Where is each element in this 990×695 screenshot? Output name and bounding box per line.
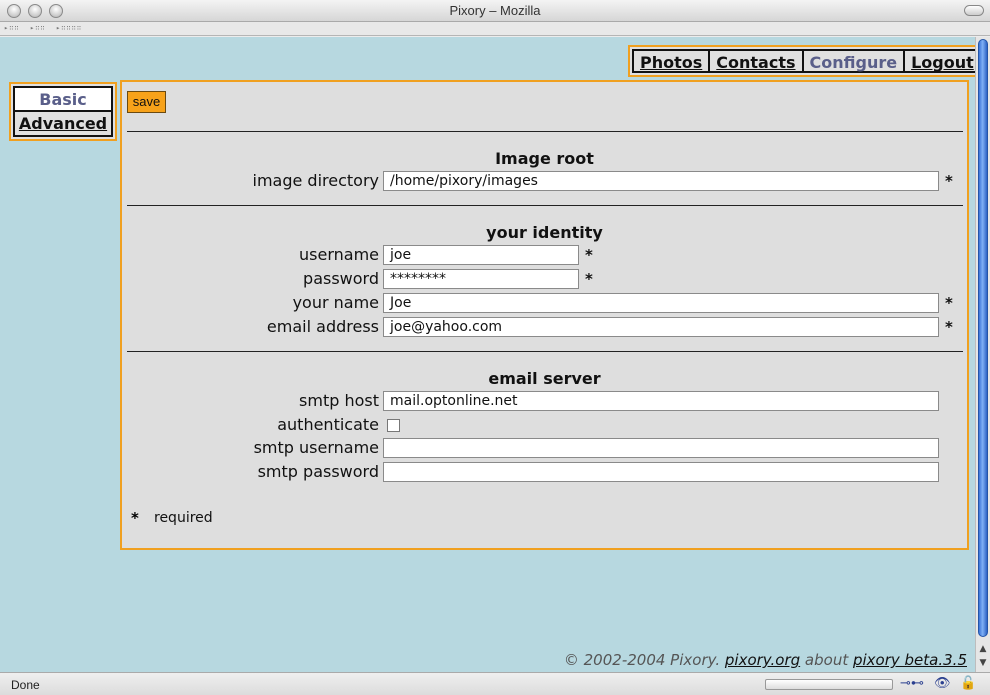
nav-tab-photos[interactable]: Photos: [632, 49, 711, 73]
required-note-mark: *: [131, 509, 139, 527]
online-status-icon[interactable]: ⊸⊷: [900, 676, 924, 692]
section-divider: [127, 205, 963, 206]
toolbar-grip-icon[interactable]: ▸∷∷: [4, 25, 20, 32]
required-note-text: required: [154, 510, 213, 526]
config-subnav: Basic Advanced: [9, 82, 117, 141]
your-name-label: your name: [292, 293, 379, 312]
section-divider: [127, 131, 963, 132]
vertical-scrollbar[interactable]: ▲ ▼: [975, 37, 990, 672]
privacy-eye-icon[interactable]: 👁: [934, 676, 951, 692]
required-mark: *: [585, 246, 593, 264]
authenticate-label: authenticate: [277, 415, 379, 434]
password-input[interactable]: ********: [383, 269, 579, 289]
progress-meter: [765, 679, 893, 690]
your-name-input[interactable]: Joe: [383, 293, 939, 313]
version-link[interactable]: pixory beta.3.5: [853, 651, 967, 669]
subnav-tab-basic[interactable]: Basic: [13, 86, 113, 112]
section-title-image-root: Image root: [495, 149, 594, 168]
status-bar: Done ⊸⊷ 👁 🔓: [0, 672, 990, 695]
scrollbar-thumb[interactable]: [978, 39, 988, 637]
window-title: Pixory – Mozilla: [449, 3, 541, 18]
smtp-host-input[interactable]: mail.optonline.net: [383, 391, 939, 411]
toolbar-toggle-button[interactable]: [964, 5, 984, 16]
page-footer: © 2002-2004 Pixory. pixory.org about pix…: [564, 651, 967, 669]
nav-tab-logout[interactable]: Logout: [903, 49, 975, 73]
smtp-username-input[interactable]: [383, 438, 939, 458]
email-address-label: email address: [266, 317, 379, 336]
copyright-text: © 2002-2004 Pixory.: [563, 651, 721, 669]
toolbar-grip-icon[interactable]: ▸∷∷∷∷: [56, 25, 82, 32]
page-content: Photos Contacts Configure Logout Basic A…: [0, 37, 975, 672]
image-directory-label: image directory: [252, 171, 380, 190]
required-mark: *: [945, 172, 953, 190]
smtp-password-input[interactable]: [383, 462, 939, 482]
section-divider: [127, 351, 963, 352]
smtp-username-label: smtp username: [253, 438, 379, 457]
authenticate-checkbox[interactable]: [387, 419, 400, 432]
username-label: username: [299, 245, 379, 264]
pixory-org-link[interactable]: pixory.org: [725, 651, 800, 669]
smtp-host-label: smtp host: [299, 391, 379, 410]
scroll-down-arrow-icon[interactable]: ▼: [976, 656, 990, 670]
collapsed-toolbars: ▸∷∷ ▸∷∷ ▸∷∷∷∷: [0, 22, 990, 36]
nav-tab-contacts[interactable]: Contacts: [708, 49, 804, 73]
username-input[interactable]: joe: [383, 245, 579, 265]
window-titlebar: Pixory – Mozilla: [0, 0, 990, 22]
smtp-password-label: smtp password: [257, 462, 379, 481]
required-mark: *: [585, 270, 593, 288]
subnav-tab-advanced[interactable]: Advanced: [13, 112, 113, 137]
status-text: Done: [11, 678, 40, 692]
about-text: about: [804, 651, 849, 669]
section-title-email-server: email server: [488, 369, 601, 388]
config-form-panel: save Image root image directory /home/pi…: [120, 80, 969, 550]
toolbar-grip-icon[interactable]: ▸∷∷: [30, 25, 46, 32]
required-mark: *: [945, 294, 953, 312]
main-nav: Photos Contacts Configure Logout: [628, 45, 975, 77]
scroll-up-arrow-icon[interactable]: ▲: [976, 642, 990, 656]
nav-tab-configure[interactable]: Configure: [801, 49, 906, 73]
email-address-input[interactable]: joe@yahoo.com: [383, 317, 939, 337]
section-title-identity: your identity: [486, 223, 603, 242]
security-lock-icon[interactable]: 🔓: [960, 676, 976, 692]
image-directory-input[interactable]: /home/pixory/images: [383, 171, 939, 191]
password-label: password: [303, 269, 379, 288]
save-button[interactable]: save: [127, 91, 166, 113]
required-mark: *: [945, 318, 953, 336]
